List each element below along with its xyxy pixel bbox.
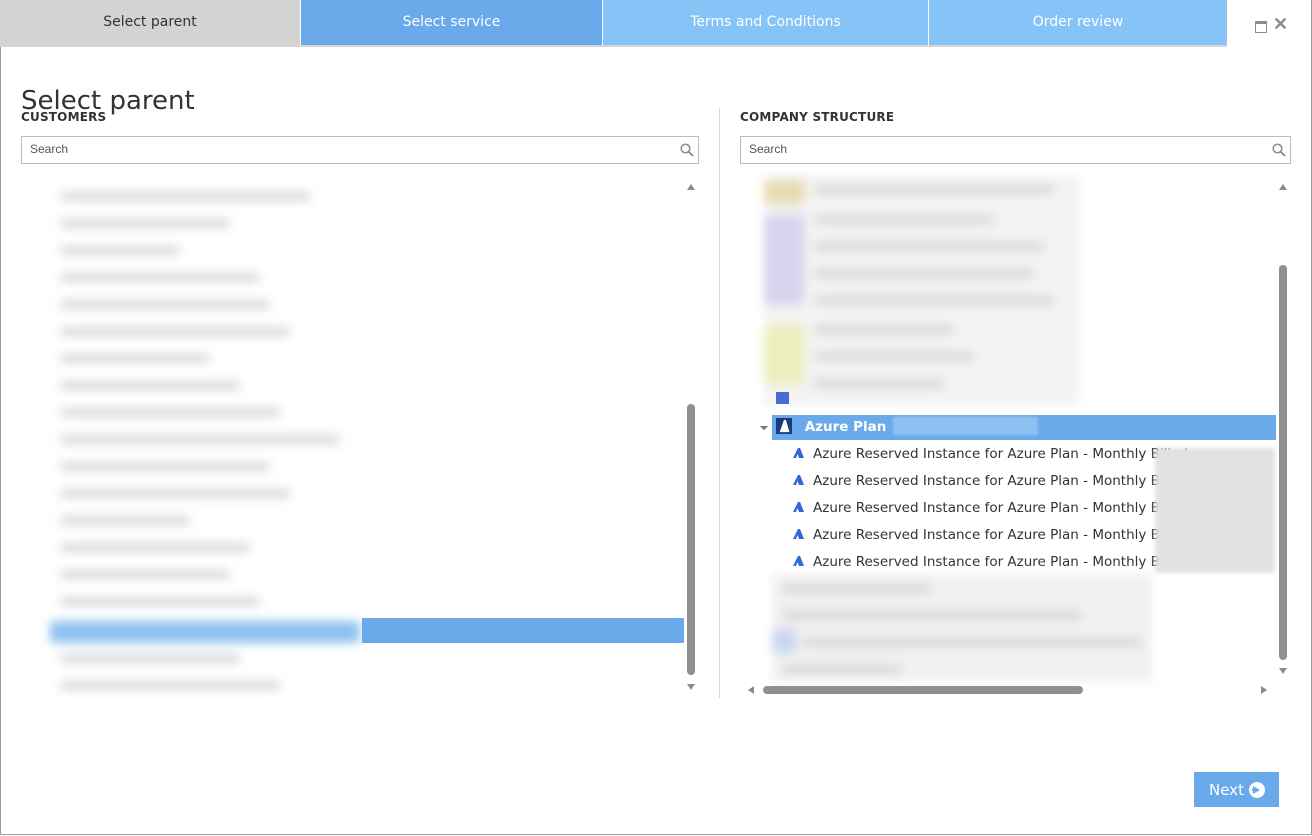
- scroll-down-arrow[interactable]: [1279, 668, 1287, 674]
- tab-select-parent[interactable]: Select parent: [0, 0, 300, 45]
- tree-row-child[interactable]: Azure Reserved Instance for Azure Plan -…: [792, 495, 1188, 521]
- tab-terms-and-conditions[interactable]: Terms and Conditions: [603, 0, 928, 45]
- customers-scrollbar-thumb[interactable]: [687, 404, 695, 675]
- tree-row-azure-plan[interactable]: Azure Plan: [772, 415, 1276, 440]
- customers-label: CUSTOMERS: [21, 110, 107, 124]
- azure-plan-label: Azure Plan: [804, 419, 887, 435]
- next-button-label: Next: [1209, 780, 1244, 799]
- child-redacted-block: [1155, 448, 1275, 573]
- azure-icon: [793, 475, 804, 485]
- azure-icon: [776, 392, 789, 404]
- company-structure-label: COMPANY STRUCTURE: [740, 110, 895, 124]
- close-icon[interactable]: ✕: [1273, 15, 1288, 33]
- tree-row-child[interactable]: Azure Reserved Instance for Azure Plan -…: [792, 549, 1188, 575]
- expand-collapse-icon[interactable]: [759, 421, 769, 431]
- tree-scrollbar-thumb[interactable]: [1279, 265, 1287, 660]
- child-label: Azure Reserved Instance for Azure Plan -…: [813, 554, 1189, 570]
- azure-icon: [793, 448, 804, 458]
- tree-row-child[interactable]: Azure Reserved Instance for Azure Plan -…: [792, 522, 1188, 548]
- tab-order-review[interactable]: Order review: [929, 0, 1227, 45]
- tree-blurred-upper: [764, 175, 1079, 405]
- tab-select-service[interactable]: Select service: [301, 0, 602, 45]
- tree-blurred-lower: [772, 574, 1152, 682]
- customers-search: [21, 136, 699, 164]
- company-structure-search-input[interactable]: [741, 137, 1264, 161]
- arrow-right-circle-icon: [1249, 782, 1265, 798]
- scroll-up-arrow[interactable]: [1279, 184, 1287, 190]
- restore-icon[interactable]: [1255, 21, 1267, 33]
- scroll-down-arrow[interactable]: [687, 684, 695, 690]
- child-label: Azure Reserved Instance for Azure Plan -…: [813, 500, 1189, 516]
- child-label: Azure Reserved Instance for Azure Plan -…: [813, 446, 1189, 462]
- company-structure-search: [740, 136, 1291, 164]
- tree-hscrollbar-thumb[interactable]: [763, 686, 1083, 694]
- customers-selected-row[interactable]: [362, 618, 684, 643]
- scroll-up-arrow[interactable]: [687, 184, 695, 190]
- tree-row-child[interactable]: Azure Reserved Instance for Azure Plan -…: [792, 468, 1188, 494]
- azure-icon: [793, 502, 804, 512]
- company-structure-tree: Azure Plan Azure Reserved Instance for A…: [740, 170, 1292, 700]
- azure-plan-redacted: [893, 417, 1039, 435]
- customers-search-input[interactable]: [22, 137, 672, 161]
- search-icon[interactable]: [1272, 143, 1286, 157]
- customers-list: [21, 170, 701, 698]
- child-label: Azure Reserved Instance for Azure Plan -…: [813, 527, 1189, 543]
- next-button[interactable]: Next: [1194, 772, 1279, 807]
- panel-divider: [719, 108, 720, 698]
- tree-row-child[interactable]: Azure Reserved Instance for Azure Plan -…: [792, 441, 1188, 467]
- child-label: Azure Reserved Instance for Azure Plan -…: [813, 473, 1189, 489]
- scroll-right-arrow[interactable]: [1261, 686, 1267, 694]
- azure-icon: [793, 529, 804, 539]
- tab-underline: [0, 45, 1227, 47]
- azure-icon: [776, 418, 792, 434]
- search-icon[interactable]: [680, 143, 694, 157]
- customers-blurred-content: [50, 184, 360, 698]
- scroll-left-arrow[interactable]: [748, 686, 754, 694]
- azure-icon: [793, 556, 804, 566]
- tree-row-partial: [776, 392, 976, 406]
